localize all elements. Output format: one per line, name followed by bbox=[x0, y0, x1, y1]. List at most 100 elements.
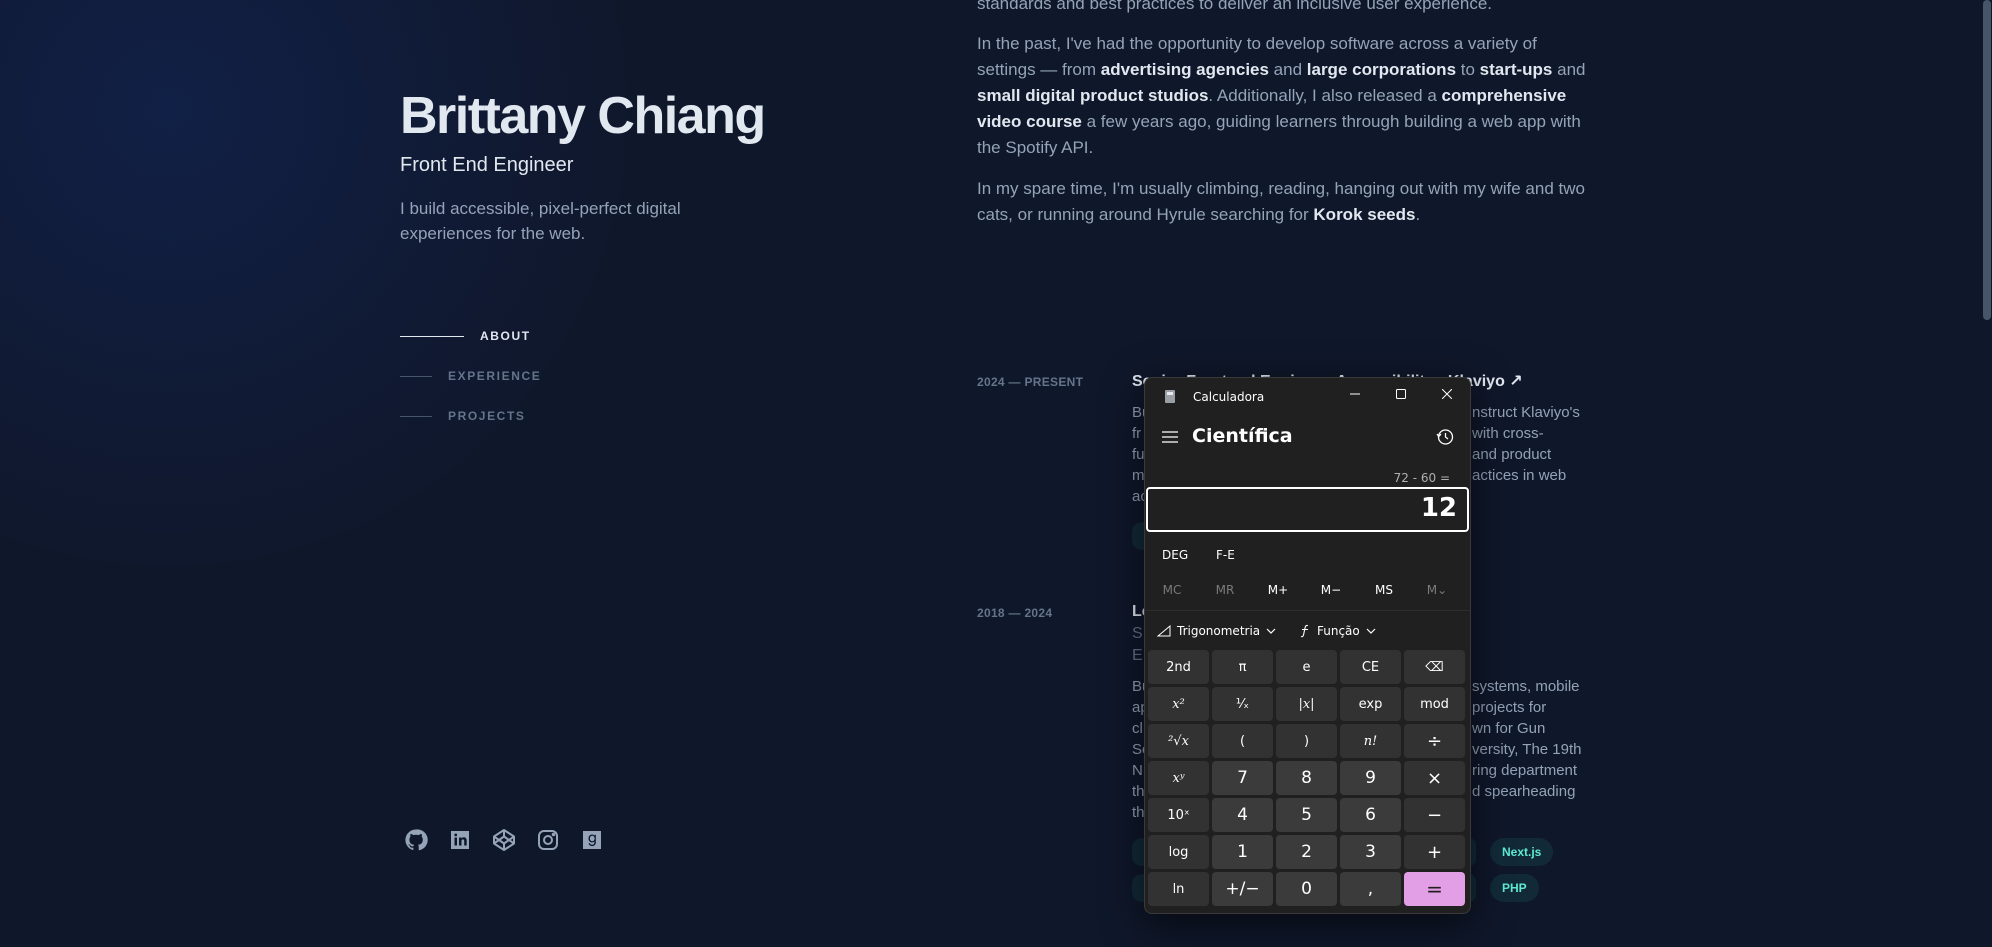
function-dropdown[interactable]: Função bbox=[1299, 624, 1376, 638]
pi-key[interactable]: π bbox=[1212, 650, 1273, 684]
experience-date: 2018 — 2024 bbox=[977, 606, 1053, 620]
digit-9-key[interactable]: 9 bbox=[1340, 761, 1401, 795]
tech-tag: PHP bbox=[1490, 874, 1539, 902]
angle-unit-toggle[interactable]: DEG bbox=[1162, 548, 1188, 562]
equals-key[interactable]: = bbox=[1404, 872, 1465, 906]
history-icon bbox=[1436, 429, 1454, 445]
navigation-menu-button[interactable] bbox=[1155, 422, 1185, 452]
clear-entry-key[interactable]: CE bbox=[1340, 650, 1401, 684]
calculation-expression: 72 - 60 = bbox=[1393, 471, 1450, 485]
linkedin-icon[interactable] bbox=[448, 828, 472, 852]
section-nav: ABOUT EXPERIENCE PROJECTS bbox=[400, 316, 541, 436]
digit-3-key[interactable]: 3 bbox=[1340, 835, 1401, 869]
open-paren-key[interactable]: ( bbox=[1212, 724, 1273, 758]
square-root-key[interactable]: ²√x bbox=[1148, 724, 1209, 758]
digit-0-key[interactable]: 0 bbox=[1276, 872, 1337, 906]
highlight-text: start-ups bbox=[1479, 60, 1553, 79]
trigonometry-dropdown[interactable]: Trigonometria bbox=[1157, 624, 1276, 638]
square-key[interactable]: x² bbox=[1148, 687, 1209, 721]
nav-indicator bbox=[400, 375, 432, 377]
maximize-icon bbox=[1396, 389, 1406, 399]
triangle-icon bbox=[1157, 625, 1171, 637]
highlight-text: large corporations bbox=[1306, 60, 1457, 79]
digit-4-key[interactable]: 4 bbox=[1212, 798, 1273, 832]
memory-subtract-button[interactable]: M− bbox=[1311, 583, 1351, 597]
nav-indicator bbox=[400, 335, 464, 337]
nav-indicator bbox=[400, 415, 432, 417]
nav-item-projects[interactable]: PROJECTS bbox=[400, 396, 541, 436]
memory-row: MC MR M+ M− MS M⌄ bbox=[1145, 576, 1470, 606]
memory-add-button[interactable]: M+ bbox=[1258, 583, 1298, 597]
decimal-key[interactable]: , bbox=[1340, 872, 1401, 906]
absolute-value-key[interactable]: |x| bbox=[1276, 687, 1337, 721]
about-paragraph: In the past, I've had the opportunity to… bbox=[977, 34, 1586, 157]
nav-label: PROJECTS bbox=[448, 409, 526, 423]
keypad: 2nd π e CE ⌫ x² ¹⁄ₓ |x| exp mod ²√x ( ) … bbox=[1148, 650, 1465, 906]
codepen-icon[interactable] bbox=[492, 828, 516, 852]
close-button[interactable] bbox=[1424, 378, 1470, 410]
digit-7-key[interactable]: 7 bbox=[1212, 761, 1273, 795]
exp-key[interactable]: exp bbox=[1340, 687, 1401, 721]
digit-6-key[interactable]: 6 bbox=[1340, 798, 1401, 832]
profile-tagline: I build accessible, pixel-perfect digita… bbox=[400, 199, 681, 243]
memory-clear-button[interactable]: MC bbox=[1152, 583, 1192, 597]
add-key[interactable]: + bbox=[1404, 835, 1465, 869]
scrollbar-thumb[interactable] bbox=[1983, 0, 1991, 320]
backspace-key[interactable]: ⌫ bbox=[1404, 650, 1465, 684]
page-scrollbar[interactable] bbox=[1982, 0, 1992, 947]
divider bbox=[1145, 610, 1470, 611]
chevron-down-icon bbox=[1266, 628, 1276, 634]
subtract-key[interactable]: − bbox=[1404, 798, 1465, 832]
divide-key[interactable]: ÷ bbox=[1404, 724, 1465, 758]
experience-date: 2024 — PRESENT bbox=[977, 375, 1084, 389]
maximize-button[interactable] bbox=[1378, 378, 1424, 410]
second-function-key[interactable]: 2nd bbox=[1148, 650, 1209, 684]
instagram-icon[interactable] bbox=[536, 828, 560, 852]
digit-8-key[interactable]: 8 bbox=[1276, 761, 1337, 795]
digit-2-key[interactable]: 2 bbox=[1276, 835, 1337, 869]
factorial-key[interactable]: n! bbox=[1340, 724, 1401, 758]
ln-key[interactable]: ln bbox=[1148, 872, 1209, 906]
close-paren-key[interactable]: ) bbox=[1276, 724, 1337, 758]
close-icon bbox=[1442, 389, 1452, 399]
negate-key[interactable]: +/− bbox=[1212, 872, 1273, 906]
github-icon[interactable] bbox=[404, 828, 428, 852]
ten-power-key[interactable]: 10ˣ bbox=[1148, 798, 1209, 832]
result-value: 12 bbox=[1420, 493, 1457, 523]
window-title: Calculadora bbox=[1193, 390, 1265, 404]
calculator-window: Calculadora Científica 72 - 60 = 12 DEG … bbox=[1144, 377, 1471, 914]
digit-1-key[interactable]: 1 bbox=[1212, 835, 1273, 869]
profile-role: Front End Engineer bbox=[400, 154, 574, 176]
digit-5-key[interactable]: 5 bbox=[1276, 798, 1337, 832]
mod-key[interactable]: mod bbox=[1404, 687, 1465, 721]
euler-key[interactable]: e bbox=[1276, 650, 1337, 684]
fe-toggle[interactable]: F-E bbox=[1216, 548, 1235, 562]
function-label: Função bbox=[1317, 624, 1360, 638]
korok-link[interactable]: Korok seeds bbox=[1313, 205, 1415, 224]
multiply-key[interactable]: × bbox=[1404, 761, 1465, 795]
power-key[interactable]: xʸ bbox=[1148, 761, 1209, 795]
memory-recall-button[interactable]: MR bbox=[1205, 583, 1245, 597]
window-titlebar[interactable]: Calculadora bbox=[1145, 378, 1470, 410]
social-links bbox=[404, 828, 604, 852]
chevron-down-icon bbox=[1366, 628, 1376, 634]
nav-label: ABOUT bbox=[480, 329, 531, 343]
nav-label: EXPERIENCE bbox=[448, 369, 542, 383]
calculator-app-icon bbox=[1165, 390, 1175, 403]
goodreads-icon[interactable] bbox=[580, 828, 604, 852]
function-icon bbox=[1300, 624, 1309, 638]
profile-name: Brittany Chiang bbox=[400, 87, 766, 145]
reciprocal-key[interactable]: ¹⁄ₓ bbox=[1212, 687, 1273, 721]
description-right-fragment: nstruct Klaviyo's with cross-and product a… bbox=[1472, 404, 1580, 484]
log-key[interactable]: log bbox=[1148, 835, 1209, 869]
tech-tag: Next.js bbox=[1490, 838, 1554, 866]
memory-store-button[interactable]: MS bbox=[1364, 583, 1404, 597]
nav-item-about[interactable]: ABOUT bbox=[400, 316, 541, 356]
minimize-button[interactable] bbox=[1332, 378, 1378, 410]
angle-notation-toggles: DEG F-E bbox=[1145, 542, 1470, 572]
description-right-fragment: systems, mobile projects for wn for Gun ver… bbox=[1472, 678, 1582, 800]
history-button[interactable] bbox=[1430, 422, 1460, 452]
memory-list-button[interactable]: M⌄ bbox=[1417, 583, 1457, 597]
nav-item-experience[interactable]: EXPERIENCE bbox=[400, 356, 541, 396]
result-display[interactable]: 12 bbox=[1146, 487, 1469, 532]
